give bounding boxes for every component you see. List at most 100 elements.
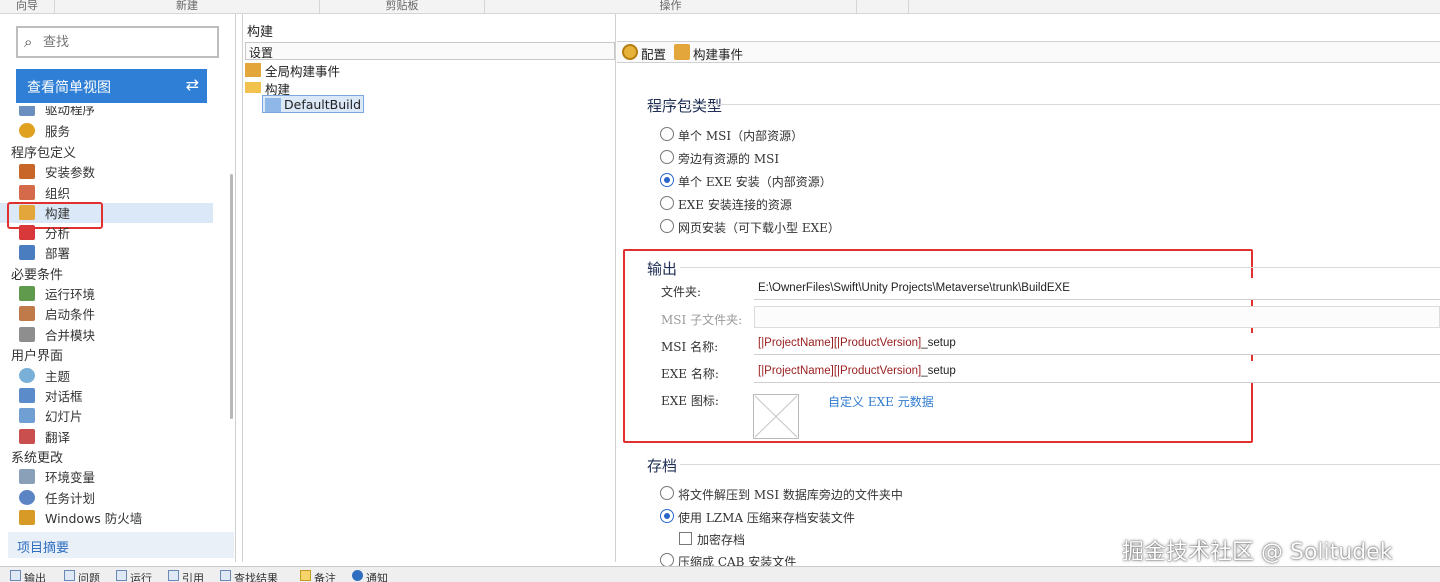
tree-item-global-build-events[interactable]: 全局构建事件 [245, 61, 340, 79]
build-tree-panel: 构建 设置 全局构建事件 构建 DefaultBuild [242, 14, 616, 562]
merge-modules-icon [19, 327, 35, 342]
msi-name-label: MSI 名称: [661, 340, 719, 354]
panel-title: 构建 [247, 25, 274, 40]
folder-label: 文件夹: [661, 285, 702, 299]
project-name-token: [|ProjectName] [758, 337, 834, 349]
bottom-tab-output[interactable]: 输出 [10, 570, 46, 582]
bottom-tab-run[interactable]: 运行 [116, 570, 152, 582]
run-icon [116, 570, 127, 581]
shield-icon [19, 510, 35, 525]
problems-icon [64, 570, 75, 581]
empty-image-icon [754, 395, 798, 438]
navigation-sidebar: ⌕ 查看简单视图 ⇄ 驱动程序 服务 程序包定义 安装参数 组织 构建 分 [0, 14, 236, 562]
env-vars-icon [19, 469, 35, 484]
custom-exe-metadata-link[interactable]: 自定义 EXE 元数据 [828, 393, 934, 410]
organization-icon [19, 185, 35, 200]
exe-icon-picker[interactable] [753, 394, 799, 439]
ribbon-group-wizard: 向导 [0, 0, 55, 13]
bottom-tab-notifications[interactable]: 通知 [352, 570, 388, 582]
bottom-tab-find-results[interactable]: 查找结果 [220, 570, 278, 582]
dialog-icon [19, 388, 35, 403]
search-input[interactable] [43, 32, 213, 52]
sidebar-item-firewall[interactable]: Windows 防火墙 [0, 508, 213, 526]
tab-config[interactable]: 配置 [622, 44, 666, 63]
exe-name-field[interactable]: [|ProjectName][|ProductVersion]_setup [754, 361, 1440, 383]
sidebar-item-launch-conditions[interactable]: 启动条件 [0, 304, 213, 324]
exe-icon-label: EXE 图标: [661, 394, 719, 408]
tree-item-default-build[interactable]: DefaultBuild [262, 95, 365, 113]
section-title-output: 输出 [647, 260, 678, 278]
tab-build-events[interactable]: 构建事件 [674, 44, 743, 63]
sidebar-item-slideshow[interactable]: 幻灯片 [0, 406, 213, 426]
sidebar-item-build[interactable]: 构建 [0, 202, 213, 229]
translation-icon [19, 429, 35, 444]
radio-button[interactable] [660, 486, 674, 500]
clock-icon [19, 490, 35, 505]
radio-button[interactable] [660, 196, 674, 210]
radio-button[interactable] [660, 127, 674, 141]
folder-field[interactable]: E:\OwnerFiles\Swift\Unity Projects\Metav… [754, 278, 1440, 300]
section-divider [647, 104, 1440, 105]
radio-button[interactable] [660, 150, 674, 164]
theme-palette-icon [19, 368, 35, 383]
checkbox[interactable] [679, 532, 692, 545]
sidebar-item-install-params[interactable]: 安装参数 [0, 162, 213, 182]
notes-icon [300, 570, 311, 581]
search-box[interactable]: ⌕ [16, 26, 219, 58]
output-icon [10, 570, 21, 581]
msi-subfolder-field[interactable] [754, 306, 1440, 328]
radio-button-checked[interactable] [660, 173, 674, 187]
product-version-token: [|ProductVersion] [833, 337, 922, 349]
ribbon-group-bar: 向导 新建 剪贴板 操作 [0, 0, 1440, 14]
sidebar-category-package[interactable]: 程序包定义 [0, 142, 213, 162]
info-icon [352, 570, 363, 581]
sidebar-category-ui[interactable]: 用户界面 [0, 345, 213, 365]
project-summary-button[interactable]: 项目摘要 [8, 532, 234, 558]
find-results-icon [220, 570, 231, 581]
sidebar-item-translation[interactable]: 翻译 [0, 427, 213, 447]
section-divider [680, 464, 1440, 465]
build-events-icon [674, 44, 690, 60]
bottom-tab-references[interactable]: 引用 [168, 570, 204, 582]
build-events-icon [245, 63, 261, 77]
settings-header: 设置 [245, 42, 615, 60]
sidebar-item-dialogs[interactable]: 对话框 [0, 386, 213, 406]
sidebar-tree: 驱动程序 服务 程序包定义 安装参数 组织 构建 分析 部署 必要条件 运行环境… [0, 106, 228, 526]
sidebar-item-drivers[interactable]: 驱动程序 [0, 106, 213, 119]
sidebar-item-deploy[interactable]: 部署 [0, 243, 213, 263]
simple-view-button[interactable]: 查看简单视图 ⇄ [16, 69, 207, 103]
sidebar-category-system[interactable]: 系统更改 [0, 447, 213, 467]
runtime-icon [19, 286, 35, 301]
launch-conditions-icon [19, 306, 35, 321]
sidebar-category-prereq[interactable]: 必要条件 [0, 264, 213, 284]
sidebar-item-runtime[interactable]: 运行环境 [0, 284, 213, 304]
watermark-text: 掘金技术社区 @ Solitudek [1122, 540, 1393, 565]
sidebar-item-organization[interactable]: 组织 [0, 183, 213, 203]
radio-button[interactable] [660, 553, 674, 567]
sidebar-item-tasks[interactable]: 任务计划 [0, 488, 213, 508]
sidebar-item-analysis[interactable]: 分析 [0, 223, 213, 243]
msi-subfolder-label: MSI 子文件夹: [661, 313, 743, 327]
radio-button[interactable] [660, 219, 674, 233]
bottom-tab-problems[interactable]: 问题 [64, 570, 100, 582]
bottom-tab-notes[interactable]: 备注 [300, 570, 336, 582]
build-settings-panel: 配置 构建事件 程序包类型 单个 MSI（内部资源） 旁边有资源的 MSI 单个… [617, 14, 1440, 569]
project-name-token: [|ProjectName] [758, 365, 834, 377]
sidebar-item-theme[interactable]: 主题 [0, 366, 213, 386]
sidebar-item-merge-modules[interactable]: 合并模块 [0, 325, 213, 345]
services-gear-icon [19, 123, 35, 138]
simple-view-label: 查看简单视图 [27, 80, 111, 96]
name-suffix: _setup [921, 337, 956, 349]
sidebar-scrollbar[interactable] [230, 174, 233, 419]
sidebar-item-env-vars[interactable]: 环境变量 [0, 467, 213, 487]
radio-button-checked[interactable] [660, 509, 674, 523]
exe-name-label: EXE 名称: [661, 367, 719, 381]
settings-tabs: 配置 构建事件 [617, 41, 1440, 63]
deploy-icon [19, 245, 35, 260]
sidebar-item-services[interactable]: 服务 [0, 121, 213, 141]
ribbon-group-new: 新建 [55, 0, 320, 13]
msi-name-field[interactable]: [|ProjectName][|ProductVersion]_setup [754, 333, 1440, 355]
bottom-tab-bar: 输出 问题 运行 引用 查找结果 备注 通知 [0, 566, 1440, 582]
search-icon: ⌕ [24, 33, 33, 51]
name-suffix: _setup [921, 365, 956, 377]
